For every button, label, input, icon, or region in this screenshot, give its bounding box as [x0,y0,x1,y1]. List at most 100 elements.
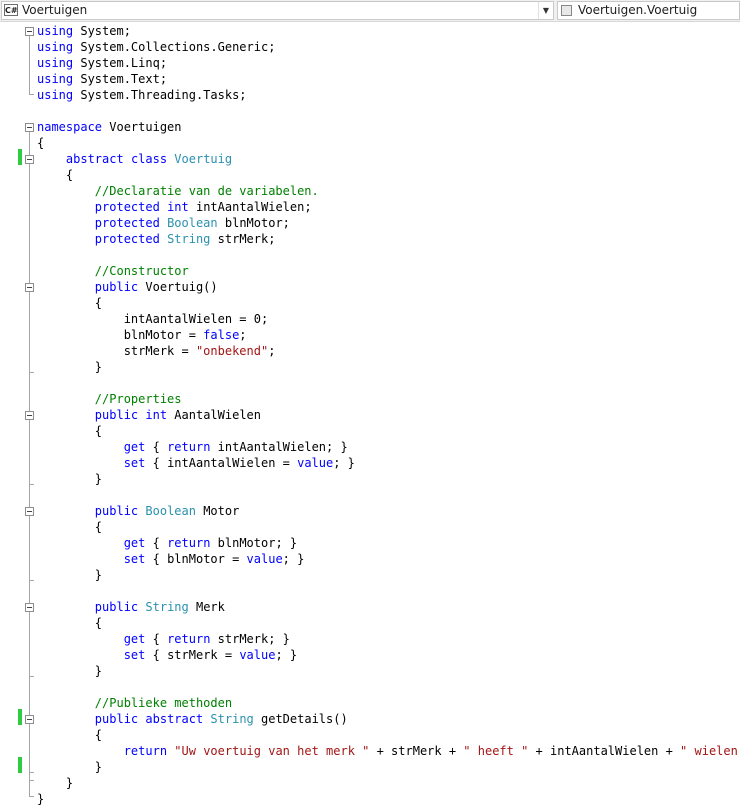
code-line[interactable]: strMerk = "onbekend"; [37,343,740,359]
code-line[interactable]: { [37,135,740,151]
code-line[interactable]: //Properties [37,391,740,407]
outline-collapse-icon[interactable] [25,715,34,724]
code-line[interactable]: public String Merk [37,599,740,615]
code-line[interactable]: set { intAantalWielen = value; } [37,455,740,471]
code-line[interactable]: { [37,519,740,535]
code-token: ; } [333,456,355,470]
code-token: blnMotor; } [210,536,298,550]
selection-margin [0,22,17,808]
code-token: protected [94,216,160,230]
code-line[interactable]: return "Uw voertuig van het merk " + str… [37,743,740,759]
code-line[interactable]: get { return intAantalWielen; } [37,439,740,455]
code-token: } [37,472,103,486]
code-token: { [37,520,103,534]
code-token: using [37,88,74,102]
outline-guide-end [29,580,34,581]
outline-collapse-icon[interactable] [25,155,34,164]
outline-collapse-icon[interactable] [25,507,34,516]
code-token: int [145,408,168,422]
outline-collapse-icon[interactable] [25,27,34,36]
code-line[interactable]: } [37,471,740,487]
code-line[interactable]: using System; [37,23,740,39]
outline-guide-end [29,94,34,95]
code-line[interactable]: blnMotor = false; [37,327,740,343]
code-token: ; [239,328,247,342]
code-line[interactable]: public Voertuig() [37,279,740,295]
outline-guide [29,724,30,772]
code-line[interactable]: public Boolean Motor [37,503,740,519]
code-line[interactable] [37,103,740,119]
code-line[interactable]: using System.Threading.Tasks; [37,87,740,103]
code-line[interactable]: protected int intAantalWielen; [37,199,740,215]
code-line[interactable]: } [37,759,740,775]
outline-collapse-icon[interactable] [25,123,34,132]
code-line[interactable]: using System.Linq; [37,55,740,71]
code-line[interactable] [37,583,740,599]
code-line[interactable]: using System.Collections.Generic; [37,39,740,55]
code-line[interactable]: //Declaratie van de variabelen. [37,183,740,199]
code-line[interactable]: } [37,359,740,375]
code-token: return [167,632,211,646]
code-text[interactable]: using System; using System.Collections.Ge… [37,23,740,807]
code-token: get [123,440,146,454]
change-marker [18,709,22,725]
code-line[interactable]: set { blnMotor = value; } [37,551,740,567]
code-line[interactable]: { [37,167,740,183]
code-line[interactable]: get { return blnMotor; } [37,535,740,551]
code-line[interactable]: { [37,615,740,631]
code-token: "onbekend" [195,344,269,358]
code-token: + strMerk + [369,744,464,758]
outline-guide-end [29,372,34,373]
code-line[interactable]: { [37,423,740,439]
code-line[interactable]: //Publieke methoden [37,695,740,711]
code-token: System.Threading.Tasks; [73,88,247,102]
outline-collapse-icon[interactable] [25,411,34,420]
code-line[interactable]: namespace Voertuigen [37,119,740,135]
code-token: public [94,408,139,422]
code-line[interactable]: using System.Text; [37,71,740,87]
code-token: strMerk; } [210,632,290,646]
code-token: " heeft " [463,744,529,758]
code-line[interactable]: } [37,775,740,791]
member-selector-dropdown[interactable]: Voertuigen.Voertuig [557,1,740,20]
code-token: public [94,504,139,518]
code-token: intAantalWielen; } [210,440,348,454]
code-line[interactable] [37,375,740,391]
outline-collapse-icon[interactable] [25,283,34,292]
code-token: } [37,760,103,774]
type-selector-dropdown[interactable]: C# Voertuigen ▼ [1,1,554,20]
code-line[interactable] [37,679,740,695]
code-line[interactable]: public abstract String getDetails() [37,711,740,727]
code-token: get [123,536,146,550]
code-line[interactable]: abstract class Voertuig [37,151,740,167]
code-token: { [37,296,103,310]
code-line[interactable]: { [37,295,740,311]
code-line[interactable]: get { return strMerk; } [37,631,740,647]
chevron-down-icon[interactable]: ▼ [538,2,553,19]
code-token: } [37,360,103,374]
code-line[interactable]: intAantalWielen = 0; [37,311,740,327]
code-line[interactable]: set { strMerk = value; } [37,647,740,663]
outline-guide [29,420,30,484]
code-line[interactable]: } [37,791,740,807]
code-token: String [145,600,189,614]
code-line[interactable]: protected String strMerk; [37,231,740,247]
code-line[interactable] [37,487,740,503]
code-line[interactable]: protected Boolean blnMotor; [37,215,740,231]
code-line[interactable]: //Constructor [37,263,740,279]
code-editor[interactable]: using System; using System.Collections.Ge… [0,22,740,808]
code-line[interactable]: } [37,663,740,679]
code-line[interactable]: public int AantalWielen [37,407,740,423]
code-line[interactable]: { [37,727,740,743]
code-token: value [297,456,334,470]
code-token: class [130,152,168,166]
outline-collapse-icon[interactable] [25,603,34,612]
code-line[interactable] [37,247,740,263]
code-line[interactable]: } [37,567,740,583]
